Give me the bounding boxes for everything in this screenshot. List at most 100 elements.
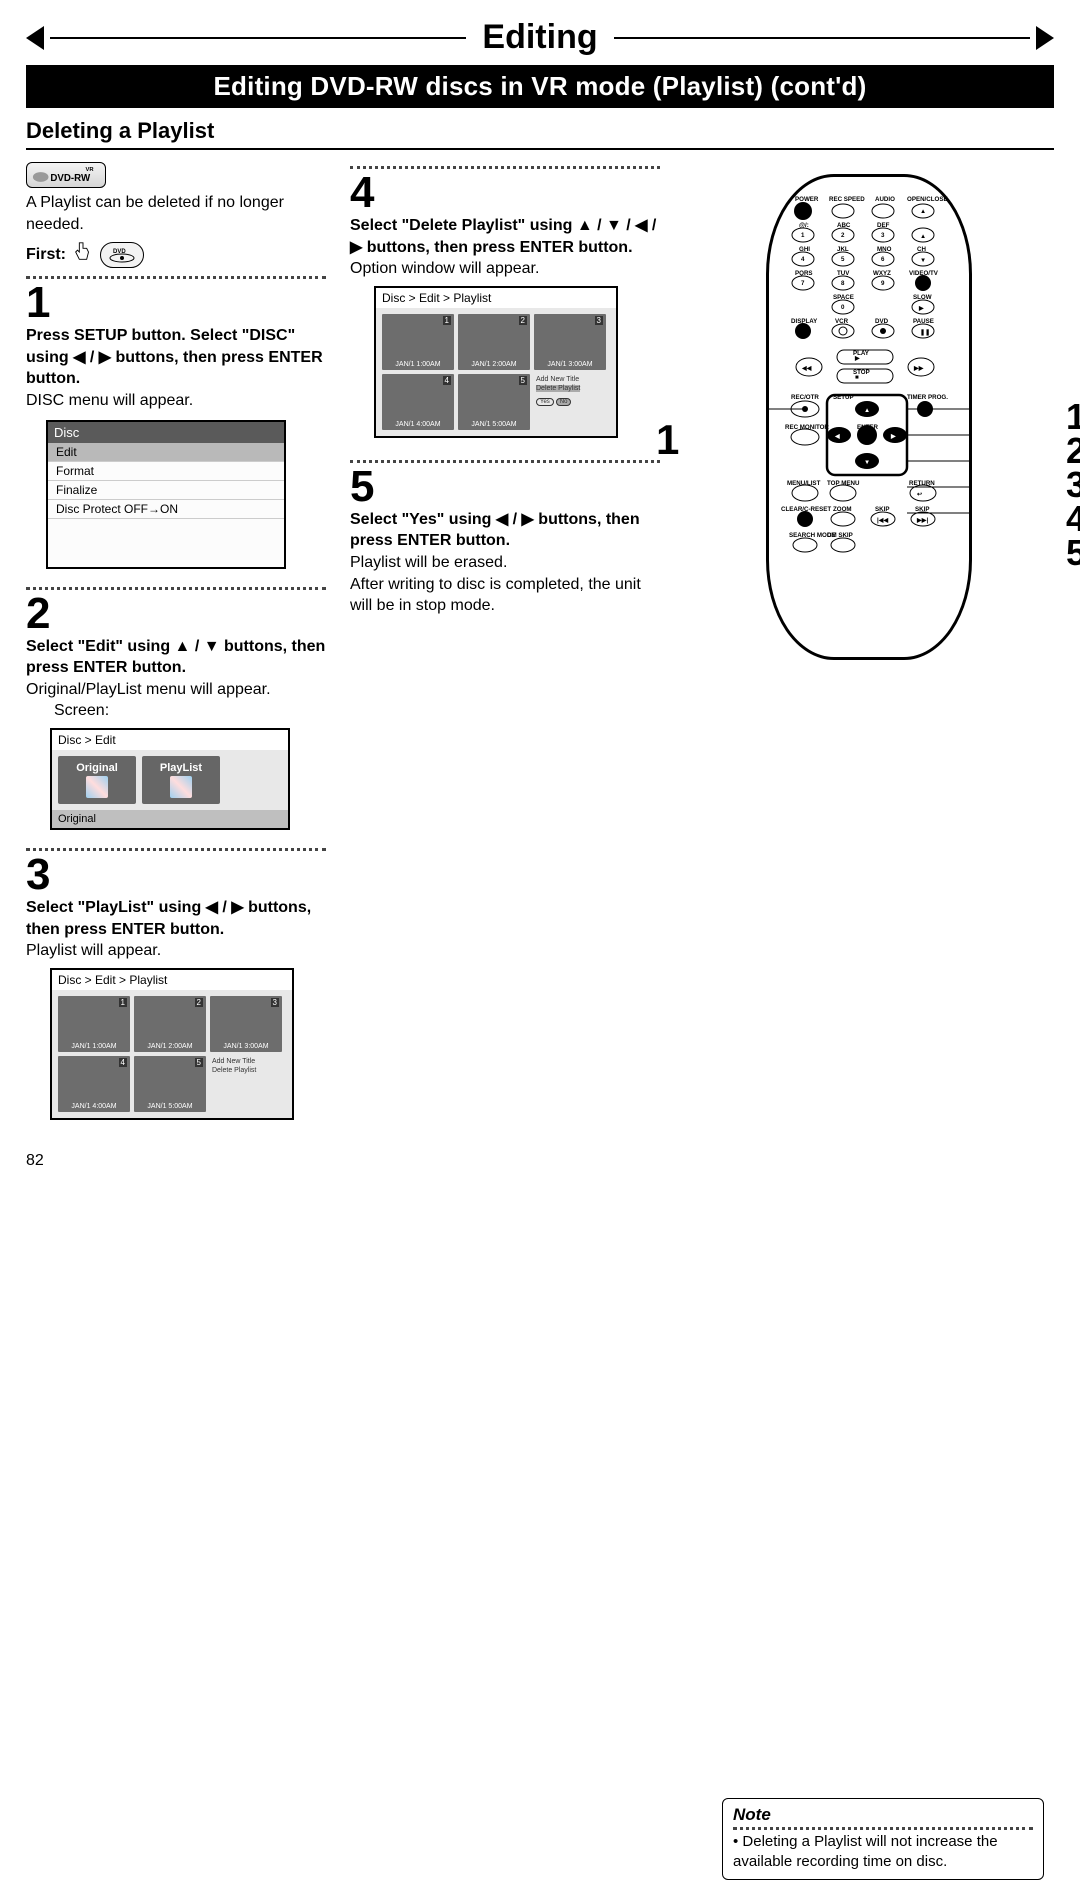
option-add-title[interactable]: Add New Title <box>536 376 579 383</box>
menu-item-protect[interactable]: Disc Protect OFF→ON <box>48 500 284 519</box>
svg-text:▶: ▶ <box>890 433 896 440</box>
playlist-delete-screen: Disc > Edit > Playlist 1JAN/1 1:00AM 2JA… <box>374 286 618 438</box>
svg-text:5: 5 <box>841 256 845 263</box>
screen-label: Screen: <box>54 700 326 722</box>
tile-original[interactable]: Original <box>58 756 136 804</box>
svg-text:4: 4 <box>801 256 805 263</box>
option-delete-playlist[interactable]: Delete Playlist <box>212 1067 256 1074</box>
thumb-label: JAN/1 3:00AM <box>210 1043 282 1050</box>
svg-text:▼: ▼ <box>864 459 870 466</box>
thumb-num: 4 <box>443 376 451 385</box>
thumb[interactable]: 4 JAN/1 4:00AM <box>382 374 454 430</box>
svg-text:▼: ▼ <box>920 257 926 264</box>
step-number-4: 4 <box>350 171 660 215</box>
svg-text:1: 1 <box>801 232 805 239</box>
svg-text:REC/OTR: REC/OTR <box>791 394 819 401</box>
divider-dots <box>350 166 660 169</box>
thumb[interactable]: 4JAN/1 4:00AM <box>58 1056 130 1112</box>
playlist-crumb-4: Disc > Edit > Playlist <box>376 288 616 308</box>
thumb[interactable]: 3JAN/1 3:00AM <box>210 996 282 1052</box>
divider-dots <box>350 460 660 463</box>
thumb-num: 1 <box>119 998 127 1007</box>
subtitle-bar: Editing DVD-RW discs in VR mode (Playlis… <box>26 65 1054 108</box>
svg-text:▶: ▶ <box>918 305 924 312</box>
svg-text:0: 0 <box>841 304 845 311</box>
edit-screen: Disc > Edit Original PlayList Original <box>50 728 290 830</box>
line-left <box>50 37 466 39</box>
first-label: First: <box>26 244 66 266</box>
svg-text:9: 9 <box>881 280 885 287</box>
svg-text:◀◀: ◀◀ <box>801 365 812 372</box>
svg-text:DVD-RW: DVD-RW <box>50 173 91 184</box>
confirm-yes[interactable]: Yes <box>536 398 554 406</box>
step-number-5: 5 <box>350 465 660 509</box>
menu-item-format[interactable]: Format <box>48 462 284 481</box>
svg-text:3: 3 <box>881 232 885 239</box>
svg-text:▲: ▲ <box>920 233 926 240</box>
note-box: Note • Deleting a Playlist will not incr… <box>722 1798 1044 1880</box>
thumb-num: 5 <box>519 376 527 385</box>
menu-item-finalize[interactable]: Finalize <box>48 481 284 500</box>
step-1-result: DISC menu will appear. <box>26 390 326 412</box>
step-5-result-2: After writing to disc is completed, the … <box>350 574 660 617</box>
step-number-2: 2 <box>26 592 326 636</box>
left-callout-1: 1 <box>656 416 679 464</box>
thumb-label: JAN/1 3:00AM <box>534 361 606 368</box>
step-5-instruction: Select "Yes" using ◀ / ▶ buttons, then p… <box>350 509 660 552</box>
chevron-left-icon <box>26 26 44 50</box>
step-5-result-1: Playlist will be erased. <box>350 552 660 574</box>
edit-crumb: Disc > Edit <box>52 730 288 750</box>
tile-icon <box>170 776 192 798</box>
tile-playlist-label: PlayList <box>160 762 202 774</box>
middle-column: 4 Select "Delete Playlist" using ▲ / ▼ /… <box>350 156 660 1120</box>
divider-dots <box>26 587 326 590</box>
svg-text:▶▶: ▶▶ <box>913 365 924 372</box>
svg-text:↩: ↩ <box>917 491 922 498</box>
playlist-screen: Disc > Edit > Playlist 1 JAN/1 1:00AM 2JA… <box>50 968 294 1120</box>
thumb-options-4[interactable]: Add New Title Delete Playlist Yes No <box>534 374 606 430</box>
svg-text:AUDIO: AUDIO <box>875 196 895 203</box>
thumb[interactable]: 3JAN/1 3:00AM <box>534 314 606 370</box>
thumb-num: 2 <box>519 316 527 325</box>
svg-text:◀: ◀ <box>834 433 840 440</box>
remote-control: POWER REC SPEED AUDIO OPEN/CLOSE ▲ @/:1 … <box>766 174 972 660</box>
svg-text:8: 8 <box>841 280 845 287</box>
step-4-instruction: Select "Delete Playlist" using ▲ / ▼ / ◀… <box>350 215 660 258</box>
confirm-no[interactable]: No <box>556 398 572 406</box>
playlist-crumb: Disc > Edit > Playlist <box>52 970 292 990</box>
thumb[interactable]: 5JAN/1 5:00AM <box>134 1056 206 1112</box>
svg-text:7: 7 <box>801 280 805 287</box>
svg-text:OPEN/CLOSE: OPEN/CLOSE <box>907 196 948 203</box>
thumb[interactable]: 2JAN/1 2:00AM <box>134 996 206 1052</box>
option-delete-playlist-sel[interactable]: Delete Playlist <box>536 385 580 392</box>
thumb-num: 5 <box>195 1058 203 1067</box>
thumb-label: JAN/1 4:00AM <box>382 421 454 428</box>
thumb[interactable]: 5JAN/1 5:00AM <box>458 374 530 430</box>
svg-text:POWER: POWER <box>795 196 819 203</box>
dvd-rw-vr-badge: VR DVD-RW <box>26 162 106 188</box>
tile-playlist[interactable]: PlayList <box>142 756 220 804</box>
remote-row-0: POWER REC SPEED AUDIO OPEN/CLOSE ▲ <box>794 196 948 220</box>
thumb[interactable]: 1 JAN/1 1:00AM <box>58 996 130 1052</box>
step-1-instruction: Press SETUP button. Select "DISC" using … <box>26 325 326 390</box>
svg-text:TIMER PROG.: TIMER PROG. <box>907 394 948 401</box>
intro-text: A Playlist can be deleted if no longer n… <box>26 192 326 235</box>
page-number: 82 <box>26 1152 1054 1170</box>
title-bar: Editing <box>26 18 1054 57</box>
line-right <box>614 37 1030 39</box>
thumb-label: JAN/1 1:00AM <box>58 1043 130 1050</box>
option-add-title[interactable]: Add New Title <box>212 1058 255 1065</box>
divider-dots <box>26 848 326 851</box>
remote-numpad: @/:1 ABC2 DEF3 ▲ GHI4 JKL5 MNO6 CH▼ PQRS… <box>791 222 939 339</box>
tile-icon <box>86 776 108 798</box>
svg-text:STOP: STOP <box>853 369 870 376</box>
step-2-instruction: Select "Edit" using ▲ / ▼ buttons, then … <box>26 636 326 679</box>
menu-item-edit[interactable]: Edit <box>48 443 284 462</box>
step-number-3: 3 <box>26 853 326 897</box>
svg-text:PLAY: PLAY <box>853 350 870 357</box>
thumb[interactable]: 1JAN/1 1:00AM <box>382 314 454 370</box>
hand-cursor-icon <box>72 241 94 268</box>
thumb-options[interactable]: Add New Title Delete Playlist <box>210 1056 282 1112</box>
thumb[interactable]: 2JAN/1 2:00AM <box>458 314 530 370</box>
thumb-label: JAN/1 1:00AM <box>382 361 454 368</box>
